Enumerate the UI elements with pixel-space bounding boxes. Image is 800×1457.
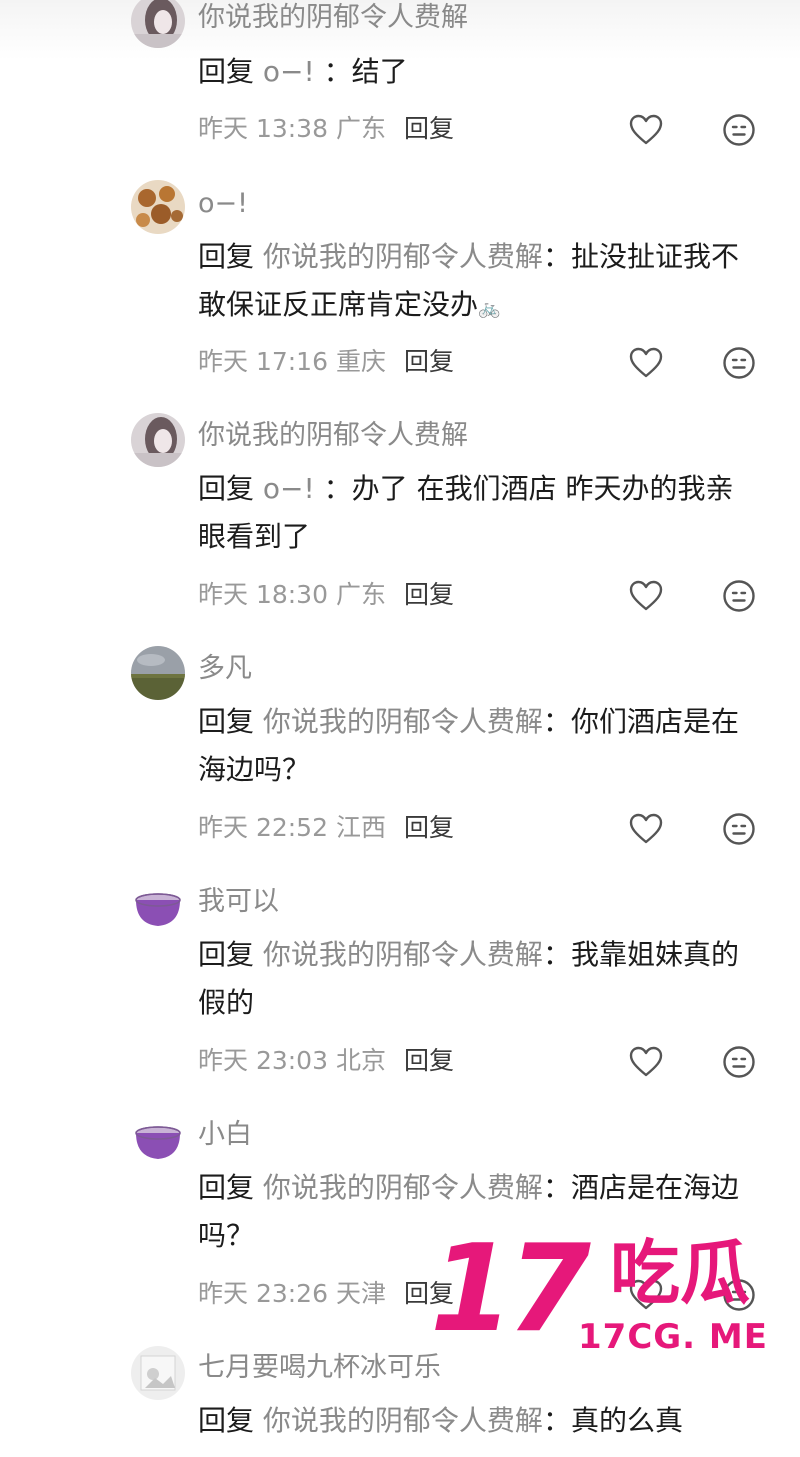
reply-prefix: 回复: [198, 705, 255, 738]
reply-button[interactable]: 回复: [404, 580, 454, 609]
reply-target[interactable]: 你说我的阴郁令人费解: [263, 1171, 543, 1204]
emoji-icon: 🚲: [478, 298, 501, 319]
reply-target[interactable]: 你说我的阴郁令人费解: [263, 1404, 543, 1437]
neutral-face-icon[interactable]: [722, 579, 756, 613]
username[interactable]: 多凡: [198, 651, 252, 687]
username[interactable]: 你说我的阴郁令人费解: [198, 0, 468, 36]
comment-text: 回复 你说我的阴郁令人费解：我靠姐妹真的假的: [198, 931, 758, 1027]
timestamp-location: 昨天 13:38 广东: [198, 114, 386, 143]
comment-text: 回复 你说我的阴郁令人费解：真的么真: [198, 1397, 758, 1445]
avatar[interactable]: [131, 413, 185, 467]
heart-outline-icon[interactable]: [629, 580, 663, 612]
timestamp-location: 昨天 22:52 江西: [198, 813, 386, 842]
comment-content: 结了: [351, 55, 408, 88]
neutral-face-icon[interactable]: [722, 346, 756, 380]
reply-prefix: 回复: [198, 472, 255, 505]
neutral-face-icon[interactable]: [722, 1045, 756, 1079]
timestamp-location: 昨天 23:26 天津: [198, 1279, 386, 1308]
reply-button[interactable]: 回复: [404, 347, 454, 376]
username[interactable]: 我可以: [198, 884, 279, 920]
reply-prefix: 回复: [198, 1404, 255, 1437]
comment-meta: 昨天 18:30 广东 回复: [198, 578, 454, 612]
heart-outline-icon[interactable]: [629, 1046, 663, 1078]
reply-prefix: 回复: [198, 55, 255, 88]
avatar[interactable]: [131, 180, 185, 234]
comment-content: 真的么真: [570, 1404, 683, 1437]
neutral-face-icon[interactable]: [722, 113, 756, 147]
separator: ：: [542, 938, 571, 971]
comment-meta: 昨天 17:16 重庆 回复: [198, 345, 454, 379]
username[interactable]: 七月要喝九杯冰可乐: [198, 1350, 441, 1386]
comment-meta: 昨天 13:38 广东 回复: [198, 112, 454, 146]
reply-button[interactable]: 回复: [404, 1046, 454, 1075]
avatar[interactable]: [131, 1113, 185, 1167]
heart-outline-icon[interactable]: [629, 347, 663, 379]
comment-meta: 昨天 22:52 江西 回复: [198, 811, 454, 845]
comment-text: 回复 o−! ：结了: [198, 48, 758, 96]
comment-meta: 昨天 23:03 北京 回复: [198, 1044, 454, 1078]
separator: ：: [323, 472, 352, 505]
timestamp-location: 昨天 23:03 北京: [198, 1046, 386, 1075]
reply-prefix: 回复: [198, 240, 255, 273]
timestamp-location: 昨天 17:16 重庆: [198, 347, 386, 376]
username[interactable]: 你说我的阴郁令人费解: [198, 418, 468, 454]
separator: ：: [542, 1171, 571, 1204]
reply-prefix: 回复: [198, 938, 255, 971]
comment-meta: 昨天 23:26 天津 回复: [198, 1277, 454, 1311]
reply-target[interactable]: 你说我的阴郁令人费解: [263, 938, 543, 971]
reply-button[interactable]: 回复: [404, 114, 454, 143]
timestamp-location: 昨天 18:30 广东: [198, 580, 386, 609]
username[interactable]: 小白: [198, 1117, 252, 1153]
separator: ：: [542, 1404, 571, 1437]
heart-outline-icon[interactable]: [629, 114, 663, 146]
reply-target[interactable]: 你说我的阴郁令人费解: [263, 240, 543, 273]
neutral-face-icon[interactable]: [722, 812, 756, 846]
username[interactable]: o−!: [198, 186, 248, 222]
avatar[interactable]: [131, 646, 185, 700]
reply-button[interactable]: 回复: [404, 813, 454, 842]
separator: ：: [542, 705, 571, 738]
reply-prefix: 回复: [198, 1171, 255, 1204]
separator: ：: [542, 240, 571, 273]
comment-text: 回复 o−! ：办了 在我们酒店 昨天办的我亲眼看到了: [198, 465, 758, 561]
comment-text: 回复 你说我的阴郁令人费解：你们酒店是在海边吗？: [198, 698, 758, 794]
reply-target[interactable]: 你说我的阴郁令人费解: [263, 705, 543, 738]
avatar[interactable]: [131, 1346, 185, 1400]
heart-outline-icon[interactable]: [629, 813, 663, 845]
watermark-logo: 17 吃瓜 17CG. ME: [430, 1225, 800, 1365]
comment-text: 回复 你说我的阴郁令人费解：扯没扯证我不敢保证反正席肯定没办🚲: [198, 233, 758, 333]
reply-target[interactable]: o−!: [263, 472, 315, 505]
watermark-name: 吃瓜: [610, 1232, 750, 1314]
reply-target[interactable]: o−!: [263, 55, 315, 88]
watermark-number: 17: [430, 1220, 591, 1359]
watermark-url: 17CG. ME: [578, 1317, 768, 1357]
avatar[interactable]: [131, 880, 185, 934]
separator: ：: [323, 55, 352, 88]
